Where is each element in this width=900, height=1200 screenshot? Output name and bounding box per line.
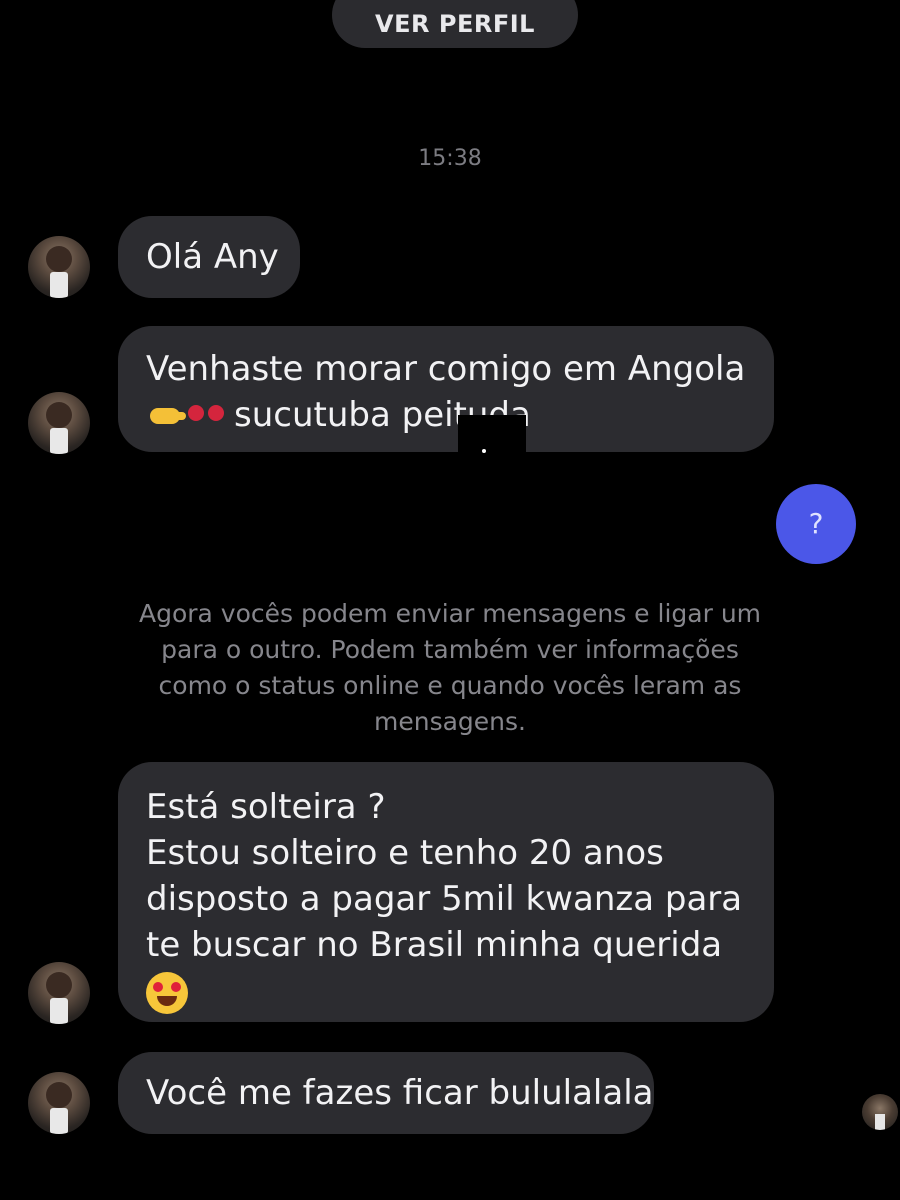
- message-emoji-line: [146, 968, 746, 1014]
- outgoing-message-bubble[interactable]: ?: [776, 484, 856, 564]
- message-timestamp: 15:38: [418, 146, 482, 171]
- message-text: Você me fazes ficar bululalala: [146, 1073, 654, 1113]
- message-text: Olá Any: [146, 237, 279, 277]
- system-notice: Agora vocês podem enviar mensagens e lig…: [120, 596, 780, 740]
- incoming-message-bubble[interactable]: Olá Any: [118, 216, 300, 298]
- image-occlusion: [458, 415, 526, 475]
- message-text: disposto a pagar 5mil kwanza para: [146, 879, 743, 919]
- system-notice-line: para o outro. Podem também ver informaçõ…: [161, 635, 739, 664]
- sender-avatar[interactable]: [28, 1072, 90, 1134]
- sender-avatar[interactable]: [28, 392, 90, 454]
- message-text: Venhaste morar comigo em Angola: [146, 349, 746, 389]
- bikini-emoji-icon: [188, 403, 226, 431]
- sender-avatar[interactable]: [28, 962, 90, 1024]
- chat-screen: VER PERFIL 15:38 Olá Any Venhaste morar …: [0, 0, 900, 1200]
- occlusion-dot: [482, 449, 486, 453]
- message-text: Está solteira ?: [146, 787, 386, 827]
- incoming-message-bubble[interactable]: Venhaste morar comigo em Angola sucutuba…: [118, 326, 774, 452]
- system-notice-line: como o status online e quando vocês lera…: [158, 671, 742, 700]
- message-text: Estou solteiro e tenho 20 anos: [146, 833, 664, 873]
- message-text-line-2: sucutuba peituda: [146, 392, 746, 438]
- view-profile-button[interactable]: VER PERFIL: [332, 0, 578, 48]
- incoming-message-bubble[interactable]: Você me fazes ficar bululalala: [118, 1052, 654, 1134]
- incoming-message-bubble[interactable]: Está solteira ? Estou solteiro e tenho 2…: [118, 762, 774, 1022]
- heart-eyes-emoji-icon: [146, 971, 188, 1014]
- sender-avatar[interactable]: [28, 236, 90, 298]
- pointing-right-emoji-icon: [146, 402, 186, 432]
- read-receipt-avatar: [862, 1094, 898, 1130]
- system-notice-line: Agora vocês podem enviar mensagens e lig…: [138, 599, 762, 628]
- system-notice-line: mensagens.: [374, 707, 526, 736]
- message-text: te buscar no Brasil minha querida: [146, 925, 723, 965]
